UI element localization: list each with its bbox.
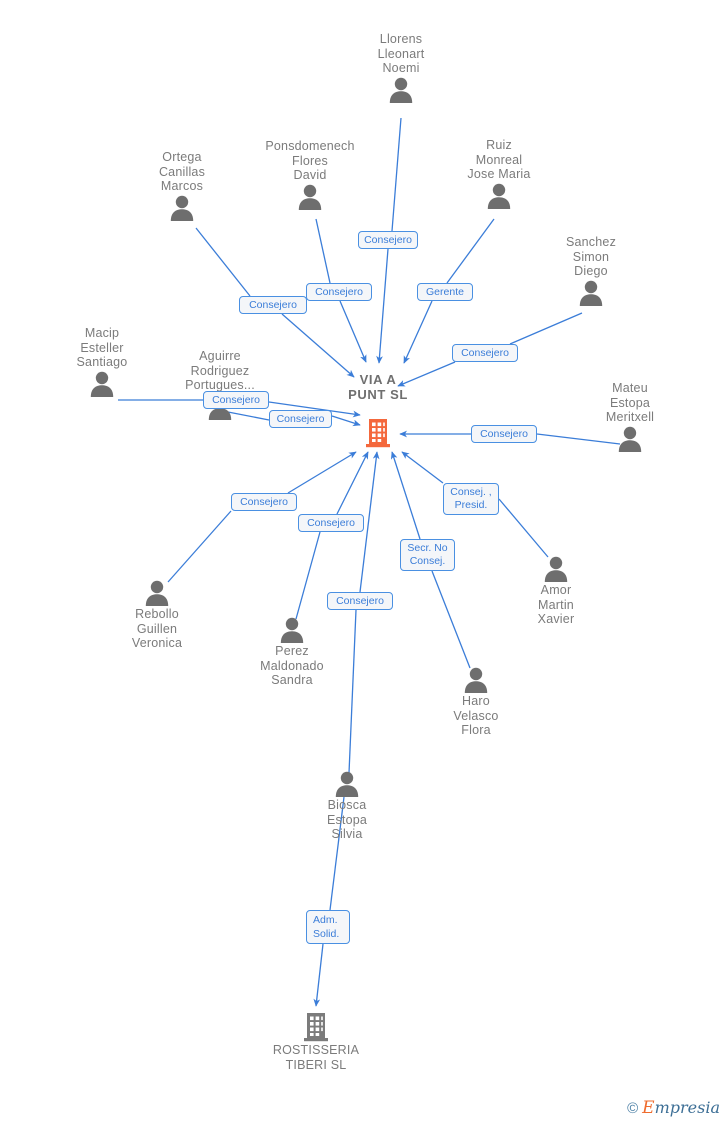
- person-node-ponsdomenech[interactable]: Ponsdomenech Flores David: [245, 139, 375, 210]
- person-node-haro[interactable]: Haro Velasco Flora: [416, 667, 536, 738]
- relation-chip-amor[interactable]: Consej. , Presid.: [443, 483, 499, 515]
- edge-chip-center-llorens: [376, 248, 389, 364]
- edge-perez-chip: [295, 531, 321, 620]
- relation-chip-macip[interactable]: Consejero: [203, 391, 269, 409]
- brand-name: mpresia: [654, 1098, 720, 1117]
- edge-chip-center-ortega: [281, 313, 355, 378]
- person-node-biosca[interactable]: Biosca Estopa Silvia: [287, 771, 407, 842]
- person-icon[interactable]: [143, 580, 171, 606]
- relation-chip-ortega[interactable]: Consejero: [239, 296, 307, 314]
- person-node-amor[interactable]: Amor Martin Xavier: [496, 556, 616, 627]
- person-label: Macip Esteller Santiago: [76, 326, 128, 369]
- edge-adm-chip-subsidiary: [313, 943, 324, 1007]
- person-node-llorens[interactable]: Llorens Lleonart Noemi: [341, 32, 461, 103]
- relation-chip-ruiz[interactable]: Gerente: [417, 283, 473, 301]
- person-label: Sanchez Simon Diego: [565, 235, 617, 278]
- person-label: Rebollo Guillen Veronica: [131, 607, 183, 650]
- relation-chip-haro[interactable]: Secr. No Consej.: [400, 539, 455, 571]
- brand-initial: E: [642, 1098, 655, 1118]
- person-icon[interactable]: [296, 184, 324, 210]
- person-node-rebollo[interactable]: Rebollo Guillen Veronica: [97, 580, 217, 651]
- edge-ortega-chip: [195, 227, 251, 297]
- relation-chip-sanchez[interactable]: Consejero: [452, 344, 518, 362]
- person-label: Ruiz Monreal Jose Maria: [467, 138, 531, 181]
- copyright-icon: ©: [627, 1099, 639, 1117]
- person-icon[interactable]: [577, 280, 605, 306]
- person-icon[interactable]: [168, 195, 196, 221]
- watermark: © Empresia: [627, 1099, 720, 1117]
- person-node-perez[interactable]: Perez Maldonado Sandra: [232, 617, 352, 688]
- person-node-macip[interactable]: Macip Esteller Santiago: [42, 326, 162, 397]
- edge-amor-chip: [498, 498, 549, 558]
- person-icon[interactable]: [616, 426, 644, 452]
- person-label: Llorens Lleonart Noemi: [377, 32, 425, 75]
- person-label: Biosca Estopa Silvia: [326, 798, 368, 841]
- edge-llorens-chip: [391, 117, 402, 232]
- edge-rebollo-chip: [167, 510, 232, 583]
- relation-chip-adm-solid[interactable]: Adm. Solid.: [306, 910, 350, 944]
- edge-haro-chip: [431, 570, 471, 669]
- person-label: Mateu Estopa Meritxell: [605, 381, 655, 424]
- center-company-node[interactable]: [364, 418, 392, 448]
- relation-chip-mateu[interactable]: Consejero: [471, 425, 537, 443]
- company-building-icon[interactable]: [303, 1012, 329, 1042]
- person-label: Ortega Canillas Marcos: [158, 150, 206, 193]
- edge-chip-center-haro: [390, 451, 421, 540]
- relation-chip-llorens[interactable]: Consejero: [358, 231, 418, 249]
- person-icon[interactable]: [462, 667, 490, 693]
- edge-chip-center-aguirre: [331, 415, 361, 427]
- edge-sanchez-chip: [509, 312, 583, 345]
- relation-chip-ponsdomenech[interactable]: Consejero: [306, 283, 372, 301]
- edge-chip-center-amor: [401, 451, 444, 484]
- relation-chip-rebollo[interactable]: Consejero: [231, 493, 297, 511]
- relation-chip-perez[interactable]: Consejero: [298, 514, 364, 532]
- person-label: Perez Maldonado Sandra: [260, 644, 324, 687]
- company-building-icon[interactable]: [365, 418, 391, 448]
- person-label: Ponsdomenech Flores David: [265, 139, 355, 182]
- edge-chip-center-ponsdomenech: [339, 300, 367, 363]
- person-icon[interactable]: [278, 617, 306, 643]
- person-label: Haro Velasco Flora: [453, 694, 499, 737]
- edge-ruiz-chip: [446, 218, 495, 284]
- person-label: Amor Martin Xavier: [537, 583, 575, 626]
- person-icon[interactable]: [542, 556, 570, 582]
- person-icon[interactable]: [88, 371, 116, 397]
- edge-chip-center-ruiz: [403, 300, 433, 364]
- edge-ponsdomenech-chip: [315, 218, 331, 284]
- person-node-ortega[interactable]: Ortega Canillas Marcos: [122, 150, 242, 221]
- diagram-canvas: VIA A PUNT SL ROSTISSERIA TIBERI SL Llor…: [0, 0, 728, 1125]
- person-icon[interactable]: [485, 183, 513, 209]
- person-icon[interactable]: [333, 771, 361, 797]
- relation-chip-aguirre[interactable]: Consejero: [269, 410, 332, 428]
- person-node-sanchez[interactable]: Sanchez Simon Diego: [531, 235, 651, 306]
- person-node-mateu[interactable]: Mateu Estopa Meritxell: [570, 381, 690, 452]
- subsidiary-company-label: ROSTISSERIA TIBERI SL: [272, 1043, 360, 1072]
- center-company-title: VIA A PUNT SL: [348, 372, 408, 402]
- edge-chip-center-rebollo: [287, 451, 357, 494]
- person-node-ruiz[interactable]: Ruiz Monreal Jose Maria: [439, 138, 559, 209]
- subsidiary-company-node[interactable]: ROSTISSERIA TIBERI SL: [256, 1012, 376, 1072]
- relation-chip-biosca[interactable]: Consejero: [327, 592, 393, 610]
- person-label: Aguirre Rodriguez Portugues...: [185, 349, 255, 392]
- person-icon[interactable]: [387, 77, 415, 103]
